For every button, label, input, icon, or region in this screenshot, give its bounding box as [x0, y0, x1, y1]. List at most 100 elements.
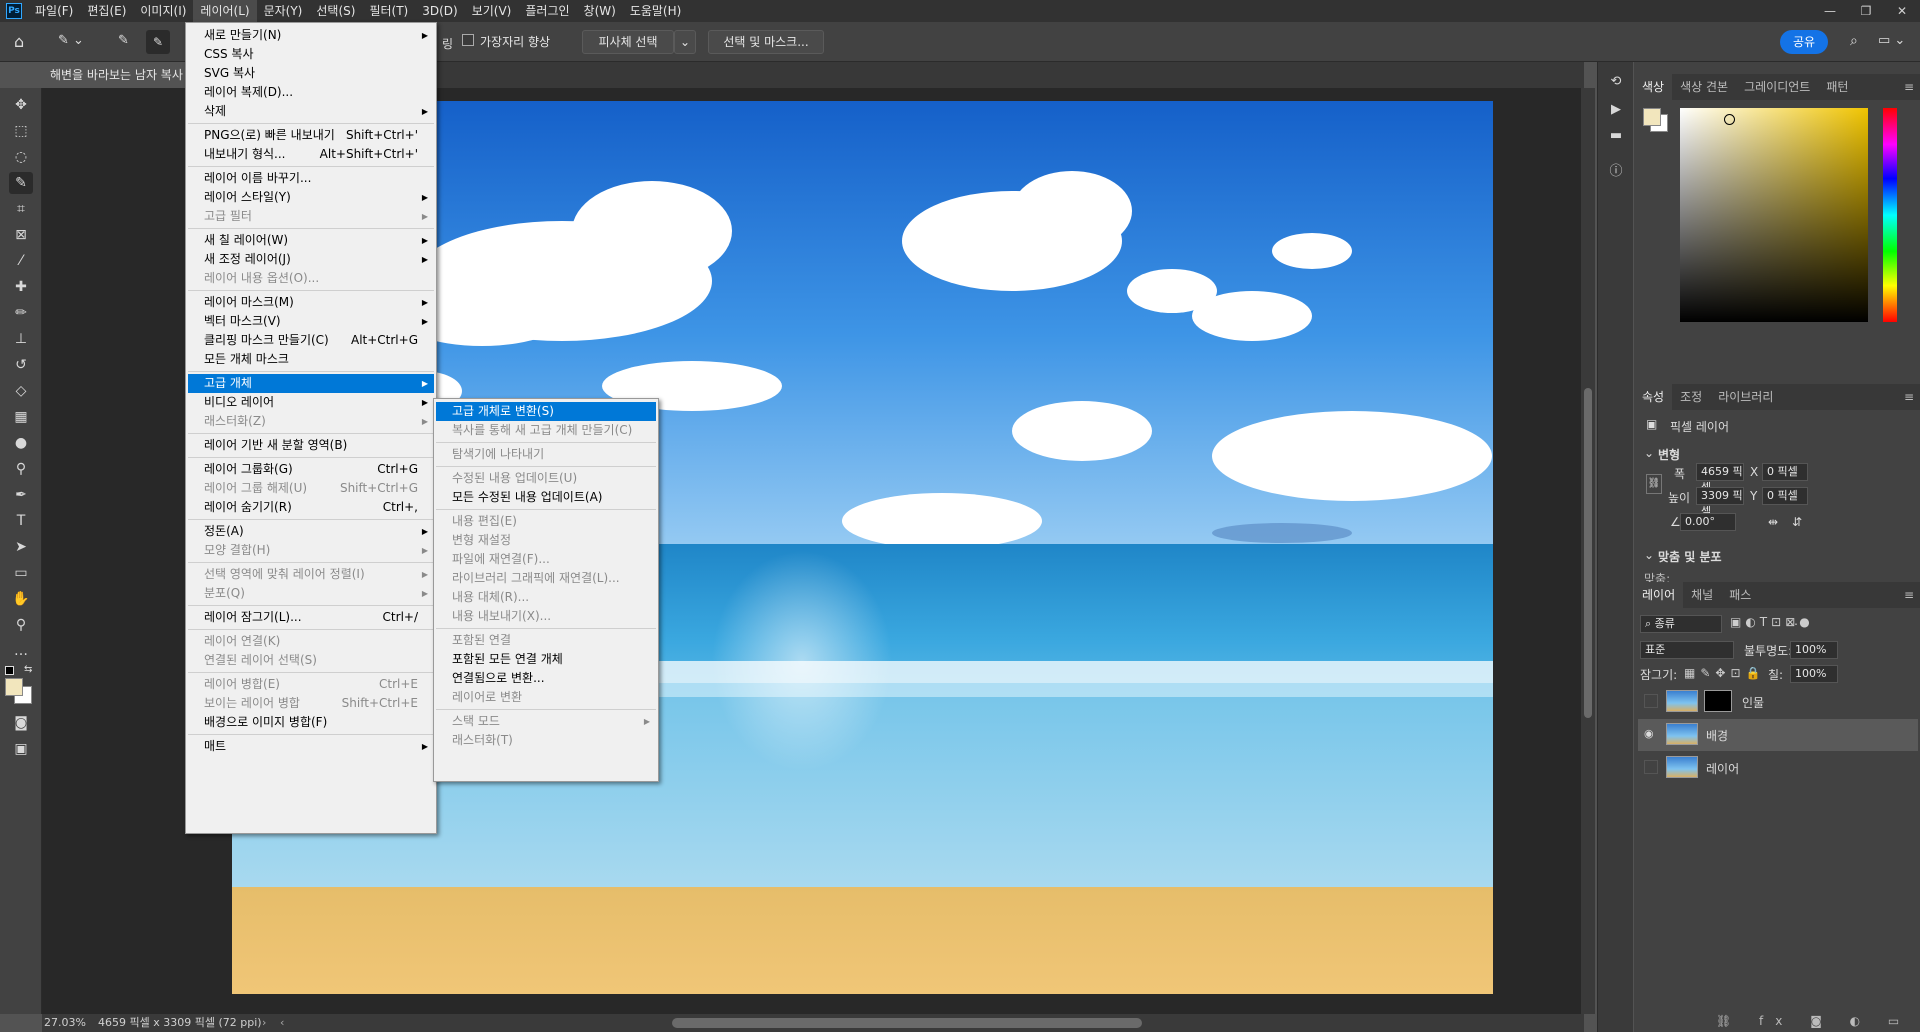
layer-menu-item-32[interactable]: 정돈(A) ▶ — [188, 522, 434, 541]
layers-tab-2[interactable]: 패스 — [1721, 582, 1759, 608]
opacity-field[interactable]: 100% — [1790, 641, 1838, 659]
layer-menu-item-30[interactable]: 레이어 숨기기(R) Ctrl+, — [188, 498, 434, 517]
menu-6[interactable]: 필터(T) — [362, 0, 415, 22]
default-colors-icon[interactable] — [5, 666, 14, 675]
menu-0[interactable]: 파일(F) — [28, 0, 80, 22]
layer-menu-item-9[interactable]: 레이어 이름 바꾸기... — [188, 169, 434, 188]
marquee-tool-icon[interactable]: ⬚ — [9, 120, 33, 142]
share-button[interactable]: 공유 — [1780, 30, 1828, 54]
zoom-level[interactable]: 27.03% — [44, 1014, 86, 1032]
properties-tab-2[interactable]: 라이브러리 — [1710, 384, 1781, 410]
layer-menu-item-18[interactable]: 벡터 마스크(V) ▶ — [188, 312, 434, 331]
scroll-left-icon[interactable]: ‹ — [280, 1014, 284, 1032]
gradient-tool-icon[interactable]: ▦ — [9, 406, 33, 428]
workspace-icon[interactable]: ▭ ⌄ — [1878, 33, 1905, 48]
actions-play-icon[interactable]: ▶ — [1604, 98, 1628, 120]
eye-icon[interactable]: ◉ — [1644, 727, 1658, 741]
flip-vertical-icon[interactable]: ⇵ — [1792, 515, 1802, 529]
layer-menu-item-17[interactable]: 레이어 마스크(M) ▶ — [188, 293, 434, 312]
rectangle-tool-icon[interactable]: ▭ — [9, 562, 33, 584]
menu-9[interactable]: 플러그인 — [518, 0, 576, 22]
menu-7[interactable]: 3D(D) — [415, 0, 464, 22]
swap-colors-icon[interactable]: ⇆ — [24, 664, 32, 675]
properties-tab-1[interactable]: 조정 — [1672, 384, 1710, 410]
layer-menu-item-38[interactable]: 레이어 잠그기(L)... Ctrl+/ — [188, 608, 434, 627]
layer-filter-dropdown[interactable]: ⌕ 종류 — [1640, 615, 1722, 633]
layers-tab-0[interactable]: 레이어 — [1634, 582, 1684, 608]
height-field[interactable]: 3309 픽셀 — [1696, 487, 1744, 518]
menu-8[interactable]: 보기(V) — [465, 0, 519, 22]
transform-chevron-icon[interactable]: ⌄ — [1644, 446, 1654, 460]
info-icon[interactable]: ⓘ — [1604, 158, 1628, 180]
align-section-header[interactable]: 맞춤 및 분포 — [1658, 548, 1722, 565]
minimize-icon[interactable]: — — [1812, 0, 1848, 22]
screen-mode-icon[interactable]: ▣ — [9, 738, 33, 760]
move-tool-icon[interactable]: ✥ — [9, 94, 33, 116]
color-tab-1[interactable]: 색상 견본 — [1672, 74, 1736, 100]
layer-menu-item-13[interactable]: 새 칠 레이어(W) ▶ — [188, 231, 434, 250]
link-dimensions-icon[interactable]: ⛓ — [1646, 474, 1662, 494]
menu-11[interactable]: 도움말(H) — [623, 0, 689, 22]
search-icon[interactable]: ⌕ — [1850, 33, 1858, 49]
menu-4[interactable]: 문자(Y) — [257, 0, 310, 22]
color-tab-0[interactable]: 색상 — [1634, 74, 1673, 100]
layer-menu-item-10[interactable]: 레이어 스타일(Y) ▶ — [188, 188, 434, 207]
visibility-toggle[interactable] — [1644, 694, 1658, 708]
layer-footer-icons[interactable]: ⛓ fx ◙ ◐ ▭ ⊞ 🗑 — [1716, 1014, 1920, 1028]
align-chevron-icon[interactable]: ⌄ — [1644, 548, 1654, 562]
layer-menu-item-45[interactable]: 배경으로 이미지 병합(F) — [188, 713, 434, 732]
home-icon[interactable]: ⌂ — [14, 32, 34, 52]
layer-menu-item-4[interactable]: 삭제 ▶ — [188, 102, 434, 121]
close-icon[interactable]: ✕ — [1884, 0, 1920, 22]
smart-object-item-17[interactable]: 연결됨으로 변환... — [436, 669, 656, 688]
layers-panel-menu-icon[interactable]: ≡ — [1904, 588, 1914, 602]
layer-menu-item-28[interactable]: 레이어 그룹화(G) Ctrl+G — [188, 460, 434, 479]
hue-slider[interactable] — [1883, 108, 1897, 322]
smart-object-item-16[interactable]: 포함된 모든 연결 개체 — [436, 650, 656, 669]
pen-tool-icon[interactable]: ✒ — [9, 484, 33, 506]
color-tab-3[interactable]: 패턴 — [1818, 74, 1856, 100]
document-tab[interactable]: 해변을 바라보는 남자 복사 — [42, 62, 197, 88]
type-tool-icon[interactable]: T — [9, 510, 33, 532]
flip-horizontal-icon[interactable]: ⇹ — [1768, 515, 1778, 529]
healing-brush-tool-icon[interactable]: ✚ — [9, 276, 33, 298]
layer-row[interactable]: 레이어 — [1638, 752, 1918, 784]
lock-icons[interactable]: ▦✎✥⊡🔒 — [1684, 666, 1765, 680]
crop-tool-icon[interactable]: ⌗ — [9, 198, 33, 220]
layer-menu-item-26[interactable]: 레이어 기반 새 분할 영역(B) — [188, 436, 434, 455]
eraser-tool-icon[interactable]: ◇ — [9, 380, 33, 402]
layer-menu-item-3[interactable]: 레이어 복제(D)... — [188, 83, 434, 102]
layer-row[interactable]: ◉ 배경 — [1638, 719, 1918, 751]
new-selection-icon[interactable]: ✎ — [118, 33, 129, 48]
history-icon[interactable]: ⟲ — [1604, 70, 1628, 92]
layer-menu-item-6[interactable]: PNG으(로) 빠른 내보내기 Shift+Ctrl+' — [188, 126, 434, 145]
foreground-color-swatch[interactable] — [5, 678, 23, 696]
select-subject-button[interactable]: 피사체 선택 — [582, 30, 674, 54]
clone-stamp-tool-icon[interactable]: ⊥ — [9, 328, 33, 350]
lasso-tool-icon[interactable]: ◌ — [9, 146, 33, 168]
color-field[interactable] — [1680, 108, 1868, 322]
menu-3[interactable]: 레이어(L) — [193, 0, 257, 22]
layer-menu-item-7[interactable]: 내보내기 형식... Alt+Shift+Ctrl+' — [188, 145, 434, 164]
history-brush-tool-icon[interactable]: ↺ — [9, 354, 33, 376]
layer-menu-item-47[interactable]: 매트 ▶ — [188, 737, 434, 756]
layer-menu-item-1[interactable]: CSS 복사 — [188, 45, 434, 64]
menu-1[interactable]: 편집(E) — [80, 0, 133, 22]
properties-panel-menu-icon[interactable]: ≡ — [1904, 390, 1914, 404]
quick-mask-icon[interactable]: ◙ — [9, 712, 33, 734]
y-field[interactable]: 0 픽셀 — [1762, 487, 1808, 505]
angle-field[interactable]: 0.00° — [1680, 513, 1736, 531]
visibility-toggle[interactable] — [1644, 760, 1658, 774]
brush-tool-icon[interactable]: ✏ — [9, 302, 33, 324]
layer-menu-item-19[interactable]: 클리핑 마스크 만들기(C) Alt+Ctrl+G — [188, 331, 434, 350]
smart-object-item-0[interactable]: 고급 개체로 변환(S) — [436, 402, 656, 421]
blend-mode-dropdown[interactable]: 표준 — [1640, 641, 1734, 659]
layer-menu-item-0[interactable]: 새로 만들기(N) ▶ — [188, 26, 434, 45]
zoom-tool-icon[interactable]: ⚲ — [9, 614, 33, 636]
layer-menu-item-2[interactable]: SVG 복사 — [188, 64, 434, 83]
vertical-scrollbar[interactable] — [1581, 88, 1595, 1014]
menu-10[interactable]: 창(W) — [577, 0, 623, 22]
color-picker-marker[interactable] — [1724, 114, 1735, 125]
color-tab-2[interactable]: 그레이디언트 — [1736, 74, 1818, 100]
restore-icon[interactable]: ❐ — [1848, 0, 1884, 22]
